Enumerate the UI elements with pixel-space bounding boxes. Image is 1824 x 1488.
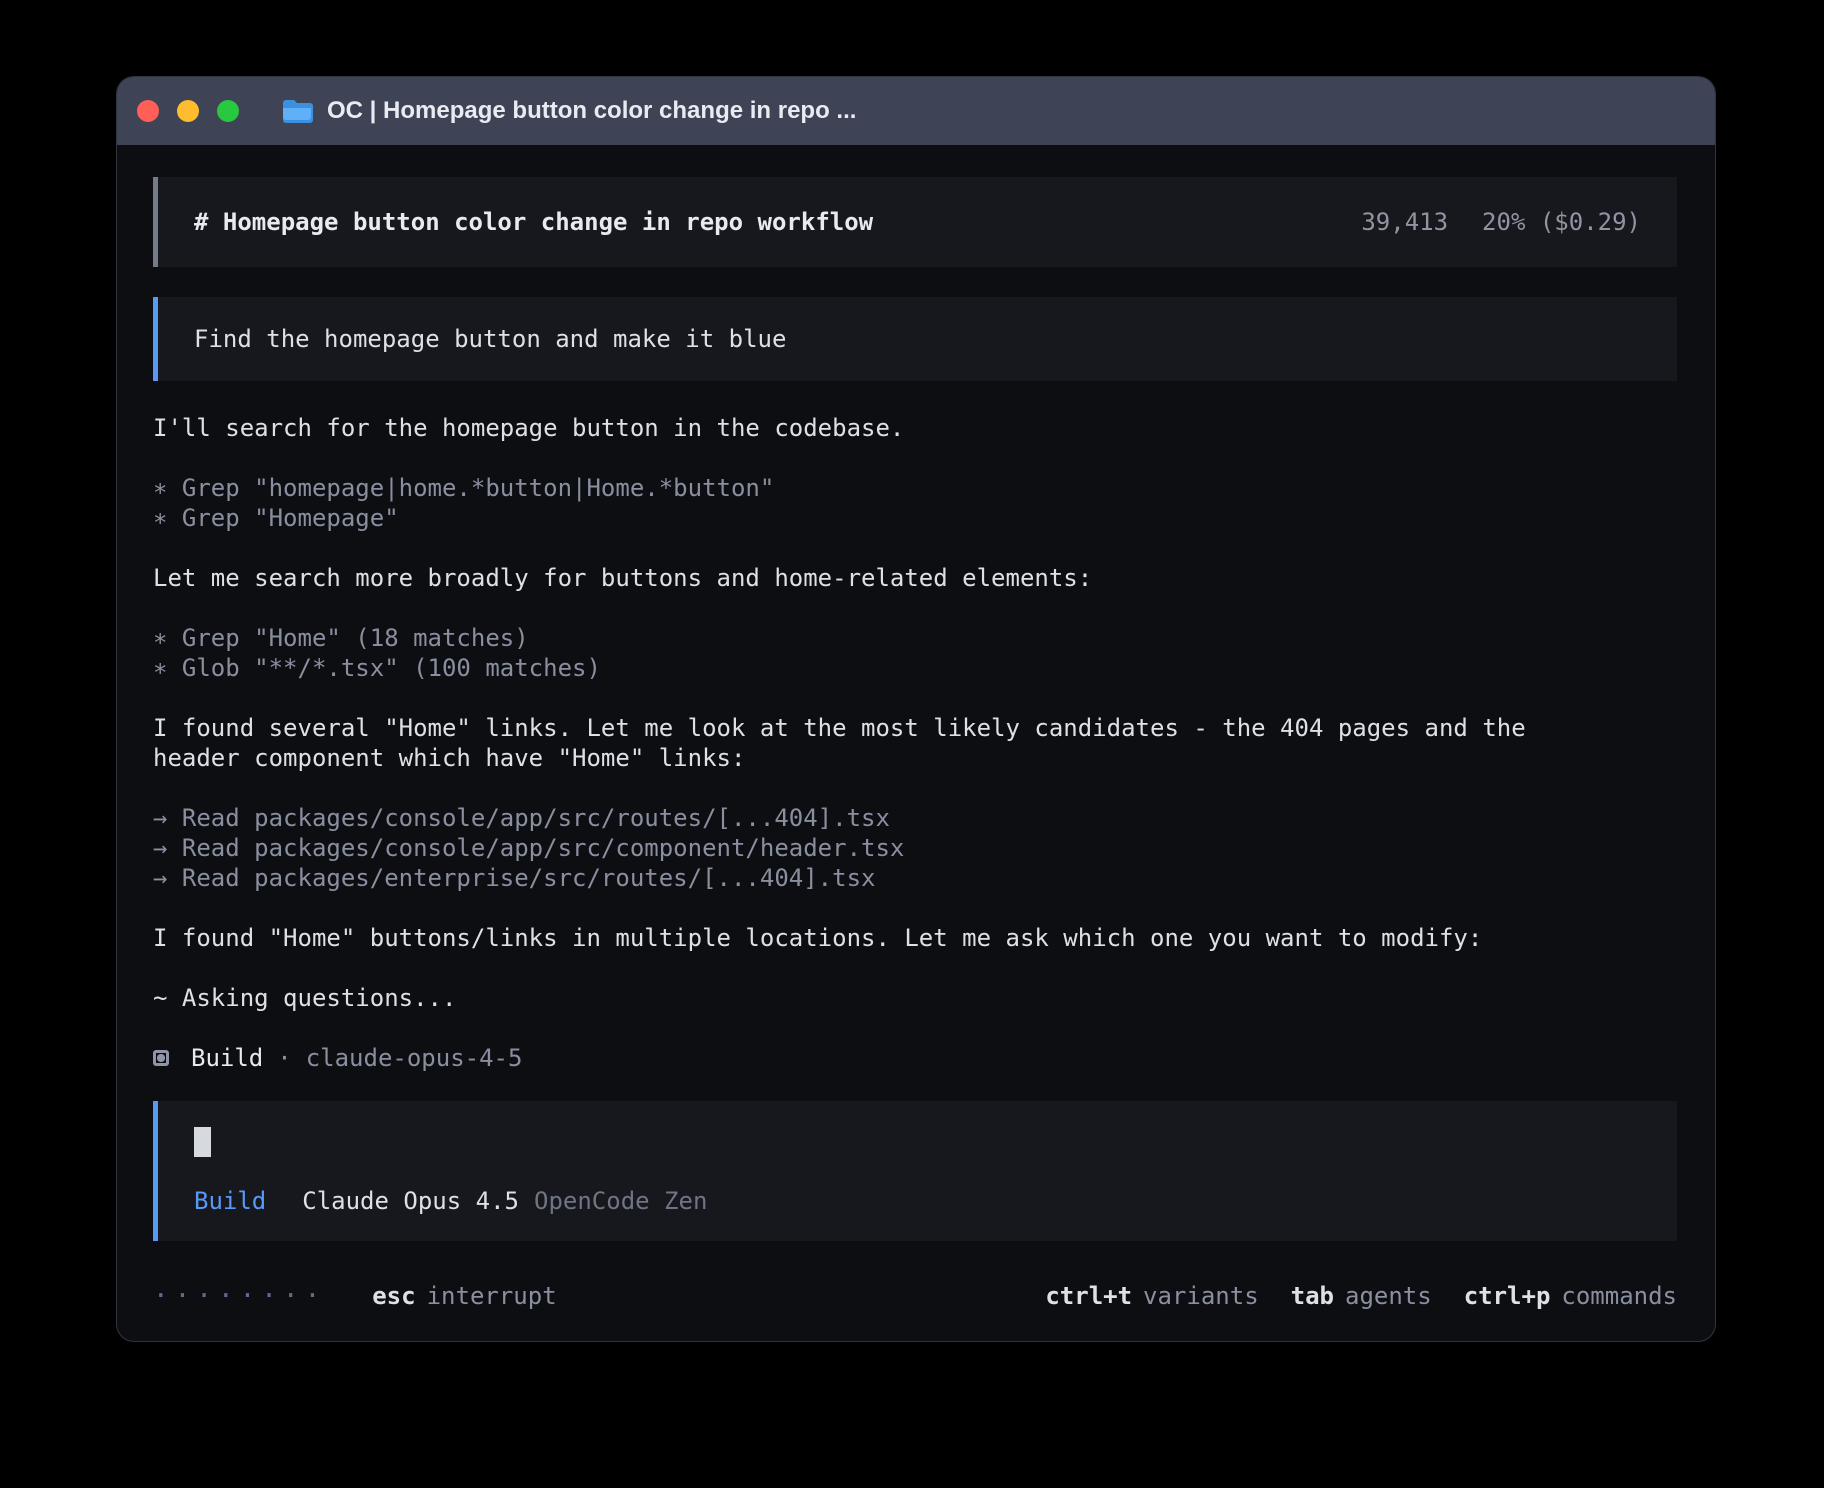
- context-usage: 20% ($0.29): [1482, 208, 1641, 236]
- traffic-lights: [137, 100, 239, 122]
- ctrl-t-key-hint: ctrl+t: [1045, 1282, 1132, 1310]
- prompt-input[interactable]: Build Claude Opus 4.5 OpenCode Zen: [153, 1101, 1677, 1241]
- tool-call-line: → Read packages/console/app/src/routes/[…: [153, 803, 1613, 833]
- user-message: Find the homepage button and make it blu…: [153, 297, 1677, 381]
- assistant-text-block: I found several "Home" links. Let me loo…: [153, 713, 1613, 773]
- assistant-text-line: I found several "Home" links. Let me loo…: [153, 713, 1613, 773]
- session-title: # Homepage button color change in repo w…: [194, 208, 873, 236]
- agents-label: agents: [1345, 1282, 1432, 1310]
- tool-call-line: ∗ Grep "Home" (18 matches): [153, 623, 1613, 653]
- ctrl-p-key-hint: ctrl+p: [1464, 1282, 1551, 1310]
- agents-hint: tab agents: [1291, 1282, 1432, 1310]
- terminal-content: # Homepage button color change in repo w…: [117, 145, 1715, 1341]
- agent-status-line: Build · claude-opus-4-5: [153, 1043, 1677, 1073]
- tool-call-block: → Read packages/console/app/src/routes/[…: [153, 803, 1613, 893]
- interrupt-hint: esc interrupt: [372, 1282, 556, 1310]
- variants-hint: ctrl+t variants: [1045, 1282, 1258, 1310]
- tool-call-line: → Read packages/console/app/src/componen…: [153, 833, 1613, 863]
- close-window-button[interactable]: [137, 100, 159, 122]
- terminal-window: OC | Homepage button color change in rep…: [116, 76, 1716, 1342]
- session-meta: 39,413 20% ($0.29): [1361, 208, 1641, 236]
- assistant-text-block: I found "Home" buttons/links in multiple…: [153, 923, 1613, 953]
- input-meta: Build Claude Opus 4.5 OpenCode Zen: [194, 1187, 1641, 1215]
- zoom-window-button[interactable]: [217, 100, 239, 122]
- tool-call-line: → Read packages/enterprise/src/routes/[.…: [153, 863, 1613, 893]
- interrupt-label: interrupt: [427, 1282, 557, 1310]
- spinner-dots: ········: [153, 1281, 326, 1311]
- tool-call-block: ∗ Grep "Home" (18 matches)∗ Glob "**/*.t…: [153, 623, 1613, 683]
- minimize-window-button[interactable]: [177, 100, 199, 122]
- token-count: 39,413: [1361, 208, 1448, 236]
- agent-name: Build: [191, 1043, 263, 1073]
- assistant-text-block: ~ Asking questions...: [153, 983, 1613, 1013]
- transcript: I'll search for the homepage button in t…: [153, 413, 1613, 1043]
- status-bar: ········ esc interrupt ctrl+t variants t…: [153, 1257, 1677, 1311]
- assistant-text-block: I'll search for the homepage button in t…: [153, 413, 1613, 443]
- variants-label: variants: [1143, 1282, 1259, 1310]
- session-header: # Homepage button color change in repo w…: [153, 177, 1677, 267]
- tool-call-line: ∗ Grep "homepage|home.*button|Home.*butt…: [153, 473, 1613, 503]
- user-message-text: Find the homepage button and make it blu…: [194, 325, 786, 353]
- separator-dot: ·: [277, 1043, 291, 1073]
- text-cursor: [194, 1127, 211, 1157]
- folder-icon: [281, 98, 313, 124]
- assistant-text-line: Let me search more broadly for buttons a…: [153, 563, 1613, 593]
- model-label[interactable]: Claude Opus 4.5: [302, 1187, 519, 1215]
- agent-icon: [153, 1050, 169, 1066]
- assistant-text-line: I found "Home" buttons/links in multiple…: [153, 923, 1613, 953]
- shortcut-hints: ctrl+t variants tab agents ctrl+p comman…: [1045, 1282, 1677, 1310]
- tool-call-block: ∗ Grep "homepage|home.*button|Home.*butt…: [153, 473, 1613, 533]
- tool-call-line: ∗ Grep "Homepage": [153, 503, 1613, 533]
- agent-mode-label[interactable]: Build: [194, 1187, 266, 1215]
- window-titlebar[interactable]: OC | Homepage button color change in rep…: [117, 77, 1715, 145]
- provider-label: OpenCode Zen: [534, 1187, 707, 1215]
- commands-label: commands: [1561, 1282, 1677, 1310]
- agent-model: claude-opus-4-5: [306, 1043, 523, 1073]
- assistant-text-line: ~ Asking questions...: [153, 983, 1613, 1013]
- tool-call-line: ∗ Glob "**/*.tsx" (100 matches): [153, 653, 1613, 683]
- tab-key-hint: tab: [1291, 1282, 1334, 1310]
- window-title: OC | Homepage button color change in rep…: [327, 97, 856, 125]
- commands-hint: ctrl+p commands: [1464, 1282, 1677, 1310]
- assistant-text-block: Let me search more broadly for buttons a…: [153, 563, 1613, 593]
- esc-key-hint: esc: [372, 1282, 415, 1310]
- assistant-text-line: I'll search for the homepage button in t…: [153, 413, 1613, 443]
